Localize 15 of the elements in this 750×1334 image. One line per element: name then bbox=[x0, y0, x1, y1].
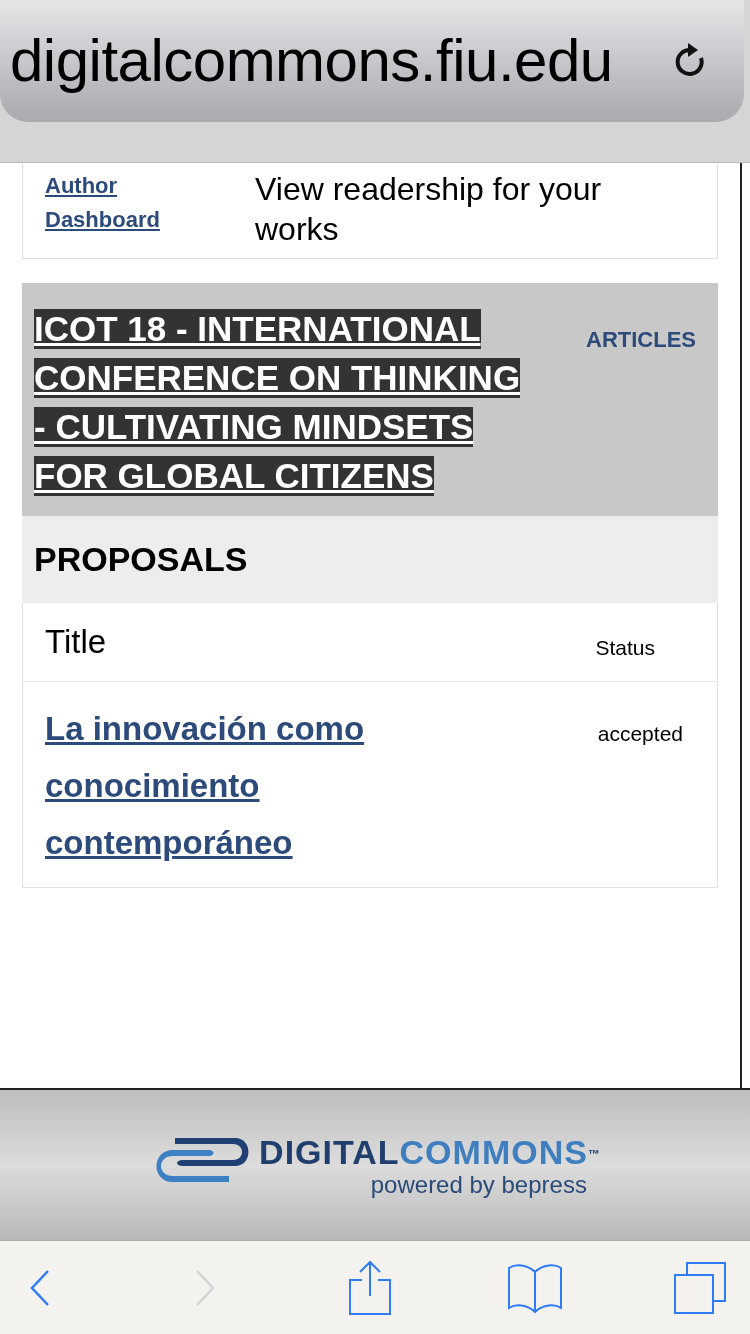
proposal-status: accepted bbox=[597, 721, 683, 747]
url-text: digitalcommons.fiu.edu bbox=[10, 26, 613, 96]
book-icon bbox=[507, 1261, 563, 1314]
tabs-icon bbox=[673, 1260, 727, 1315]
dashboard-description: View readership for your works bbox=[255, 170, 603, 244]
logo-tagline: powered by bepress bbox=[370, 1172, 587, 1198]
share-icon bbox=[348, 1259, 392, 1316]
articles-link[interactable]: ARTICLES bbox=[586, 323, 696, 356]
proposal-title-link[interactable]: La innovación como conocimiento contemporáneo bbox=[45, 700, 445, 871]
status-column-header: Status bbox=[595, 635, 655, 662]
logo-wordmark: DIGITALCOMMONS$^{™}$ bbox=[259, 1132, 601, 1172]
author-dashboard-link[interactable]: Author Dashboard bbox=[45, 169, 255, 244]
address-bar[interactable]: digitalcommons.fiu.edu bbox=[0, 0, 744, 122]
title-column-header: Title bbox=[45, 622, 107, 663]
proposals-heading: PROPOSALS bbox=[22, 516, 718, 603]
